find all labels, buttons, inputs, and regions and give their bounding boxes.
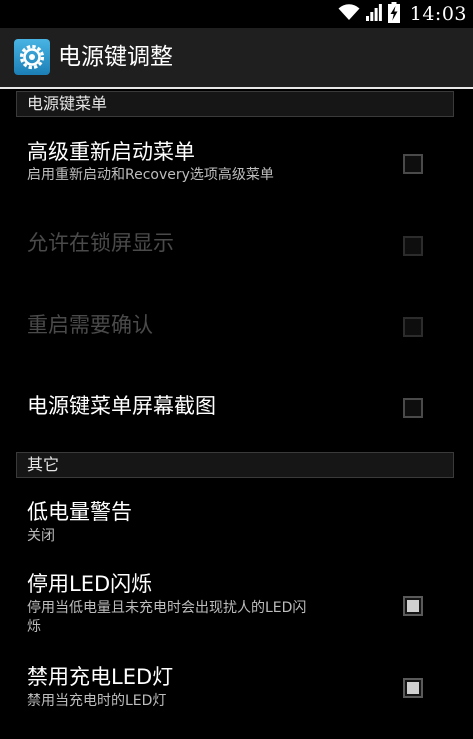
checkbox-disable-charging-led[interactable] bbox=[403, 678, 423, 698]
signal-icon bbox=[365, 3, 382, 25]
category-power-menu: 电源键菜单 bbox=[16, 91, 454, 117]
pref-disable-led-blink-summary: 停用当低电量且未充电时会出现扰人的LED闪烁 bbox=[27, 600, 307, 635]
pref-low-battery-warning-title: 低电量警告 bbox=[27, 500, 132, 524]
battery-charging-icon bbox=[387, 1, 400, 27]
pref-reboot-confirm-title: 重启需要确认 bbox=[27, 313, 153, 337]
page-title: 电源键调整 bbox=[58, 44, 173, 70]
pref-disable-led-blink-title: 停用LED闪烁 bbox=[27, 572, 153, 596]
status-bar: 14:03 bbox=[0, 0, 473, 28]
checkbox-advanced-reboot[interactable] bbox=[403, 154, 423, 174]
checkbox-reboot-confirm[interactable] bbox=[403, 317, 423, 337]
pref-disable-charging-led[interactable]: 禁用充电LED灯 禁用当充电时的LED灯 bbox=[0, 656, 473, 726]
wifi-icon bbox=[338, 3, 360, 25]
pref-power-menu-screenshot-title: 电源键菜单屏幕截图 bbox=[27, 394, 216, 418]
pref-disable-charging-led-summary: 禁用当充电时的LED灯 bbox=[27, 693, 167, 709]
pref-advanced-reboot[interactable]: 高级重新启动菜单 启用重新启动和Recovery选项高级菜单 bbox=[0, 128, 473, 208]
pref-disable-led-blink[interactable]: 停用LED闪烁 停用当低电量且未充电时会出现扰人的LED闪烁 bbox=[0, 560, 473, 645]
status-icons: 14:03 bbox=[338, 1, 467, 27]
pref-allow-on-lockscreen[interactable]: 允许在锁屏显示 bbox=[0, 208, 473, 288]
pref-advanced-reboot-summary: 启用重新启动和Recovery选项高级菜单 bbox=[27, 167, 274, 183]
action-bar-divider bbox=[0, 87, 473, 89]
pref-power-menu-screenshot[interactable]: 电源键菜单屏幕截图 bbox=[0, 370, 473, 450]
category-other: 其它 bbox=[16, 452, 454, 478]
category-power-menu-label: 电源键菜单 bbox=[27, 94, 108, 113]
pref-low-battery-warning-summary: 关闭 bbox=[27, 528, 55, 544]
clock: 14:03 bbox=[409, 3, 467, 25]
checkbox-disable-led-blink[interactable] bbox=[403, 596, 423, 616]
pref-disable-charging-led-title: 禁用充电LED灯 bbox=[27, 665, 174, 689]
settings-gear-icon[interactable] bbox=[14, 39, 50, 75]
pref-advanced-reboot-title: 高级重新启动菜单 bbox=[27, 140, 195, 164]
action-bar: 电源键调整 bbox=[0, 28, 473, 87]
checkbox-allow-on-lockscreen[interactable] bbox=[403, 236, 423, 256]
category-other-label: 其它 bbox=[27, 455, 60, 474]
pref-low-battery-warning[interactable]: 低电量警告 关闭 bbox=[0, 488, 473, 560]
pref-reboot-confirm[interactable]: 重启需要确认 bbox=[0, 289, 473, 370]
pref-allow-on-lockscreen-title: 允许在锁屏显示 bbox=[27, 231, 174, 255]
checkbox-power-menu-screenshot[interactable] bbox=[403, 398, 423, 418]
